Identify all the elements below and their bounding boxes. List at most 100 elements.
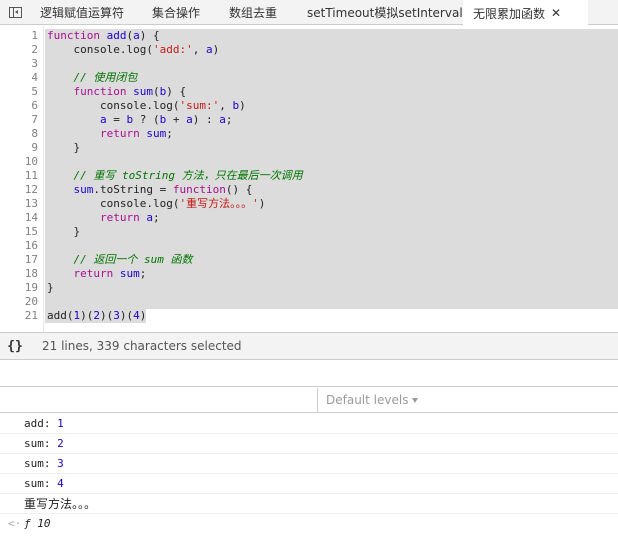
code-line: function sum(b) { xyxy=(45,85,618,99)
tab-set-operations[interactable]: 集合操作 xyxy=(142,0,219,24)
tab-label: 逻辑赋值运算符 xyxy=(40,5,125,20)
code-token: sum xyxy=(119,267,140,280)
line-number: 10 xyxy=(24,155,38,168)
code-token: ; xyxy=(225,113,233,126)
code-token: + xyxy=(166,113,187,126)
console-message-label: 重写方法。。。 xyxy=(24,497,97,511)
code-line-text: function add(a) { xyxy=(45,29,160,42)
console-message-value: 4 xyxy=(57,477,64,490)
code-token: ) xyxy=(239,99,246,112)
code-token: return xyxy=(99,127,140,140)
console-result[interactable]: <· ƒ 10 xyxy=(0,514,618,534)
code-line: } xyxy=(45,281,618,295)
code-token: 3 xyxy=(113,309,120,322)
console-message: sum: 2 xyxy=(0,434,618,454)
code-token: return xyxy=(73,267,114,280)
code-line-text: console.log('sum:', b) xyxy=(45,99,246,112)
code-token: } xyxy=(47,141,81,154)
editor-tab-bar: 逻辑赋值运算符 集合操作 数组去重 setTimeout模拟setInterva… xyxy=(0,0,618,26)
code-token: sum xyxy=(73,183,94,196)
code-line: } xyxy=(45,225,618,239)
drawer-toolbar xyxy=(0,360,618,387)
code-token: return xyxy=(99,211,140,224)
line-number: 16 xyxy=(24,239,38,252)
console-message-label: sum: xyxy=(24,457,58,470)
code-token: = xyxy=(106,113,127,126)
tab-logic-assignment[interactable]: 逻辑赋值运算符 xyxy=(30,0,142,24)
code-line: return a; xyxy=(45,211,618,225)
console-filter-input[interactable] xyxy=(0,388,318,412)
code-token: console.log( xyxy=(47,197,180,210)
pretty-print-icon[interactable]: {} xyxy=(0,339,30,354)
code-line: return sum; xyxy=(45,127,618,141)
tab-infinite-sum[interactable]: 无限累加函数 ✕ xyxy=(463,0,588,26)
code-token: // 返回一个 sum 函数 xyxy=(73,253,193,266)
line-number: 1 xyxy=(31,29,38,42)
code-area[interactable]: function add(a) { console.log('add:', a)… xyxy=(45,26,618,332)
tab-array-dedupe[interactable]: 数组去重 xyxy=(219,0,297,24)
selection-status: 21 lines, 339 characters selected xyxy=(42,339,242,353)
log-levels-label: Default levels xyxy=(326,393,409,407)
code-token: )( xyxy=(80,309,94,322)
code-token: console.log( xyxy=(47,99,180,112)
close-tab-icon[interactable]: ✕ xyxy=(551,6,561,20)
code-line: // 使用闭包 xyxy=(45,71,618,85)
code-token: () { xyxy=(225,183,253,196)
tab-settimeout-setinterval[interactable]: setTimeout模拟setInterval xyxy=(297,0,463,24)
line-number: 15 xyxy=(24,225,38,238)
code-token: a xyxy=(146,211,153,224)
line-number: 17 xyxy=(24,253,38,266)
console-message-label: sum: xyxy=(24,477,58,490)
code-line-text: return sum; xyxy=(45,127,173,140)
code-token: ; xyxy=(139,267,147,280)
console-message-label: add: xyxy=(24,417,58,430)
code-editor[interactable]: 1 2 3 4 5 6 7 8 9 10 11 12 13 14 15 16 17 18 19 20 21 functi… xyxy=(0,26,618,332)
code-token: function xyxy=(73,85,127,98)
tab-label: setTimeout模拟setInterval xyxy=(307,5,463,20)
code-line: console.log('sum:', b) xyxy=(45,99,618,113)
line-number: 11 xyxy=(24,169,38,182)
code-line-text: console.log('重写方法。。。') xyxy=(45,197,265,210)
code-line-text: } xyxy=(45,225,80,238)
code-token: 4 xyxy=(133,309,140,322)
code-line: console.log('add:', a) xyxy=(45,43,618,57)
line-number: 19 xyxy=(24,281,38,294)
line-number: 13 xyxy=(24,197,38,210)
code-line xyxy=(45,239,618,253)
console-message-value: 3 xyxy=(57,457,64,470)
line-number-gutter: 1 2 3 4 5 6 7 8 9 10 11 12 13 14 15 16 17 18 19 20 21 xyxy=(0,26,44,332)
tab-label: 无限累加函数 xyxy=(473,6,546,21)
line-number: 4 xyxy=(31,71,38,84)
code-token: )( xyxy=(100,309,114,322)
code-line: console.log('重写方法。。。') xyxy=(45,197,618,211)
code-line-text: add(1)(2)(3)(4) xyxy=(45,309,146,322)
dropdown-triangle-icon xyxy=(412,397,419,403)
line-number: 12 xyxy=(24,183,38,196)
toggle-navigator-icon[interactable] xyxy=(0,0,30,24)
code-line-text: } xyxy=(45,281,54,294)
code-token: ) xyxy=(139,309,147,322)
code-token: ; xyxy=(166,127,173,140)
code-token: .toString = xyxy=(93,183,173,196)
code-token: , xyxy=(219,99,233,112)
code-token: ? ( xyxy=(133,113,160,126)
code-line: // 返回一个 sum 函数 xyxy=(45,253,618,267)
line-number: 9 xyxy=(31,141,38,154)
code-token: add xyxy=(106,29,127,42)
log-levels-dropdown[interactable]: Default levels xyxy=(318,388,419,412)
code-token: ) xyxy=(258,197,266,210)
code-line: add(1)(2)(3)(4) xyxy=(45,309,146,323)
code-line-text: function sum(b) { xyxy=(45,85,187,98)
code-token: function xyxy=(47,29,100,42)
console-output: add: 1 sum: 2 sum: 3 sum: 4 重写方法。。。 <· ƒ 10 xyxy=(0,414,618,539)
line-number: 18 xyxy=(24,267,38,280)
code-token: a xyxy=(186,113,193,126)
